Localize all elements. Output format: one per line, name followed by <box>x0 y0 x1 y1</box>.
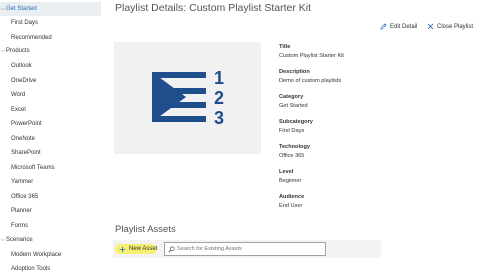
sidebar-item-yammer[interactable]: Yammer <box>0 175 101 189</box>
sidebar-item-products[interactable]: ⌵ Products <box>0 44 101 58</box>
description-value: Demo of custom playlists <box>279 78 342 84</box>
sidebar-item-label: OneNote <box>11 136 36 142</box>
plus-icon <box>119 246 126 252</box>
sidebar-item-label: Microsoft Teams <box>11 165 55 171</box>
close-playlist-button[interactable]: Close Playlist <box>427 23 473 30</box>
sidebar-item-first-days[interactable]: First Days <box>0 16 101 30</box>
sidebar-nav: ⌵ Get Started First Days Recommended ⌵ P… <box>0 0 101 272</box>
technology-label: Technology <box>279 144 310 150</box>
thumbnail-digit: 3 <box>214 108 224 128</box>
page-title: Playlist Details: Custom Playlist Starte… <box>115 2 312 14</box>
sidebar-item-label: Excel <box>11 107 26 113</box>
sidebar-item-office-365[interactable]: Office 365 <box>0 190 101 204</box>
chevron-down-icon[interactable]: ⌵ <box>1 44 5 58</box>
sidebar-item-label: Office 365 <box>11 194 39 200</box>
subcategory-label: Subcategory <box>279 119 313 125</box>
playlist-logo-icon: 1 2 3 <box>152 68 224 128</box>
sidebar-item-get-started[interactable]: ⌵ Get Started <box>0 2 101 16</box>
sidebar-item-forms[interactable]: Forms <box>0 219 101 233</box>
sidebar-item-label: Forms <box>11 223 28 229</box>
sidebar-item-label: Adoption Tools <box>11 266 51 272</box>
asset-search-box[interactable] <box>164 242 326 256</box>
search-icon <box>168 245 175 253</box>
audience-value: End User <box>279 203 303 209</box>
sidebar-item-powerpoint[interactable]: PowerPoint <box>0 117 101 131</box>
close-icon <box>427 23 434 30</box>
main-content: Playlist Details: Custom Playlist Starte… <box>101 0 488 272</box>
sidebar-item-label: Recommended <box>11 35 52 41</box>
new-asset-label: New Asset <box>129 246 158 252</box>
title-value: Custom Playlist Starter Kit <box>279 53 344 59</box>
category-value: Get Started <box>279 103 308 109</box>
sidebar-item-label: Modern Workplace <box>11 252 62 258</box>
sidebar-item-outlook[interactable]: Outlook <box>0 59 101 73</box>
sidebar-item-excel[interactable]: Excel <box>0 103 101 117</box>
description-label: Description <box>279 69 310 75</box>
audience-label: Audience <box>279 194 305 200</box>
technology-value: Office 365 <box>279 153 305 159</box>
sidebar-item-label: First Days <box>11 20 38 26</box>
thumbnail-digit: 1 <box>214 68 224 88</box>
search-input[interactable] <box>175 246 317 252</box>
edit-detail-label: Edit Detail <box>390 23 418 30</box>
sidebar-item-label: Yammer <box>11 179 34 185</box>
sidebar-item-label: Products <box>6 48 30 54</box>
sidebar-item-scenarios[interactable]: ⌵ Scenarios <box>0 233 101 247</box>
sidebar-item-label: OneDrive <box>11 78 37 84</box>
close-playlist-label: Close Playlist <box>437 23 474 30</box>
chevron-down-icon[interactable]: ⌵ <box>1 233 5 247</box>
title-label: Title <box>279 44 291 50</box>
sidebar-item-label: Word <box>11 92 26 98</box>
subcategory-value: First Days <box>279 128 305 134</box>
playlist-thumbnail: 1 2 3 <box>114 42 261 154</box>
playlist-assets-heading: Playlist Assets <box>115 224 176 235</box>
sidebar-item-sharepoint[interactable]: SharePoint <box>0 146 101 160</box>
sidebar-item-modern-workplace[interactable]: Modern Workplace <box>0 248 101 262</box>
level-value: Beginner <box>279 178 302 184</box>
edit-detail-button[interactable]: Edit Detail <box>380 23 417 30</box>
sidebar-item-label: PowerPoint <box>11 121 42 127</box>
sidebar-item-recommended[interactable]: Recommended <box>0 31 101 45</box>
sidebar-item-label: Scenarios <box>6 237 33 243</box>
sidebar-item-microsoft-teams[interactable]: Microsoft Teams <box>0 161 101 175</box>
sidebar-item-planner[interactable]: Planner <box>0 204 101 218</box>
sidebar-item-label: Outlook <box>11 63 32 69</box>
sidebar-item-onedrive[interactable]: OneDrive <box>0 74 101 88</box>
thumbnail-digit: 2 <box>214 88 224 108</box>
pencil-icon <box>380 23 387 30</box>
sidebar-item-adoption-tools[interactable]: Adoption Tools <box>0 262 101 272</box>
chevron-down-icon[interactable]: ⌵ <box>1 2 5 16</box>
level-label: Level <box>279 169 294 175</box>
sidebar-item-word[interactable]: Word <box>0 88 101 102</box>
new-asset-button[interactable]: New Asset <box>113 241 163 257</box>
sidebar-item-label: Get Started <box>6 6 37 12</box>
assets-toolbar: New Asset <box>113 240 381 258</box>
sidebar-item-onenote[interactable]: OneNote <box>0 132 101 146</box>
sidebar-item-label: SharePoint <box>11 150 41 156</box>
category-label: Category <box>279 94 304 100</box>
sidebar-item-label: Planner <box>11 208 32 214</box>
